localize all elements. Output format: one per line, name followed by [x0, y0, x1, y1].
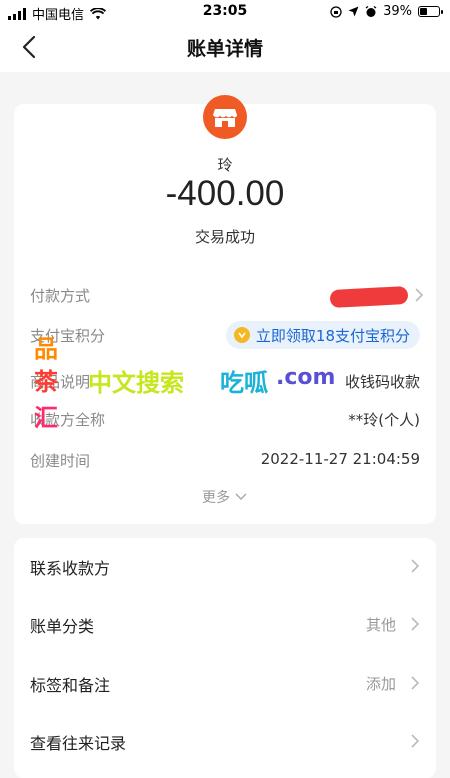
location-icon	[348, 6, 359, 17]
detail-row-payee-fullname: 收款方全称 **玲(个人)	[30, 404, 420, 434]
watermark-text: 中文搜索	[88, 369, 184, 397]
menu-label: 联系收款方	[30, 559, 111, 578]
claim-points-label: 立即领取18支付宝积分	[255, 326, 410, 345]
menu-label: 账单分类	[30, 617, 95, 636]
menu-label: 标签和备注	[30, 676, 111, 695]
menu-item-tags-notes[interactable]: 标签和备注 添加	[30, 655, 420, 713]
payee-name: 玲	[217, 156, 233, 174]
battery-percent: 39%	[383, 4, 412, 19]
menu-value: 其他	[365, 616, 396, 634]
detail-value: 收钱码收款	[344, 373, 420, 391]
detail-value: 2022-11-27 21:04:59	[260, 450, 420, 468]
alarm-icon	[365, 5, 377, 17]
menu-item-contact-payee[interactable]: 联系收款方	[30, 538, 420, 596]
battery-icon	[418, 6, 443, 17]
detail-label: 付款方式	[30, 287, 91, 305]
coin-icon	[233, 327, 250, 343]
watermark-site: 吃呱	[220, 369, 268, 397]
more-label: 更多	[202, 490, 230, 506]
status-bar: 中国电信 23:05 39%	[0, 0, 450, 24]
amount: -400.00	[165, 174, 285, 213]
battery-level	[420, 8, 427, 15]
chevron-right-icon	[411, 559, 420, 573]
transaction-status: 交易成功	[194, 228, 255, 246]
menu-item-bill-category[interactable]: 账单分类 其他	[30, 596, 420, 654]
chevron-right-icon	[411, 617, 420, 631]
redaction-mark	[329, 285, 409, 309]
watermark-char: 汇	[34, 404, 58, 432]
bill-summary-card: 玲 -400.00 交易成功 付款方式 支付宝积分 立即领取18支付宝积分 商品…	[14, 95, 436, 524]
shop-icon	[213, 109, 237, 127]
status-right: 39%	[330, 4, 443, 19]
chevron-down-icon	[235, 493, 247, 501]
menu-label: 查看往来记录	[30, 734, 127, 753]
detail-row-created-time: 创建时间 2022-11-27 21:04:59	[30, 445, 420, 475]
chevron-right-icon	[411, 734, 420, 748]
screen-lock-icon	[330, 5, 342, 18]
more-button[interactable]: 更多	[14, 487, 436, 507]
nav-bar: 账单详情	[0, 24, 450, 72]
menu-item-history[interactable]: 查看往来记录	[30, 713, 420, 771]
detail-label: 创建时间	[30, 452, 91, 470]
detail-row-points: 支付宝积分 立即领取18支付宝积分	[30, 320, 420, 350]
menu-value: 添加	[365, 675, 396, 693]
chevron-right-icon	[415, 288, 424, 302]
detail-value: **玲(个人)	[348, 411, 420, 429]
watermark-char: 茶	[34, 368, 58, 396]
detail-row-payment-method[interactable]: 付款方式	[30, 280, 424, 310]
merchant-avatar	[203, 95, 247, 139]
chevron-right-icon	[411, 676, 420, 690]
claim-points-button[interactable]: 立即领取18支付宝积分	[225, 321, 420, 349]
watermark-char: 品	[34, 335, 58, 363]
actions-card: 联系收款方 账单分类 其他 标签和备注 添加 查看往来记录	[14, 538, 436, 778]
page-title: 账单详情	[186, 38, 263, 60]
watermark-tld: .com	[276, 365, 336, 390]
